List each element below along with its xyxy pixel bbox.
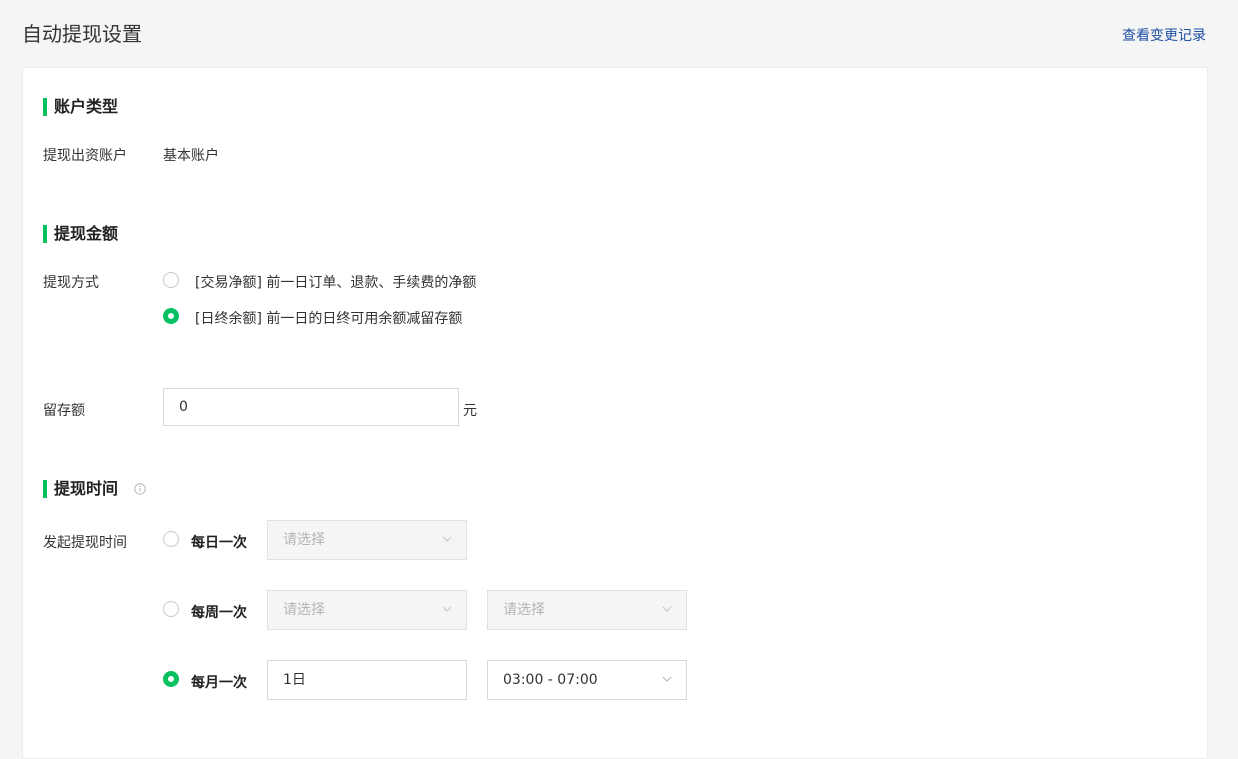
- settings-panel: 账户类型 提现出资账户 基本账户 提现金额 提现方式 [交易净额] 前一日订单、…: [22, 67, 1208, 759]
- reserve-amount-unit: 元: [463, 403, 477, 419]
- chevron-down-icon: [442, 536, 452, 542]
- withdraw-method-label: 提现方式: [43, 275, 99, 291]
- chevron-down-icon: [662, 676, 672, 682]
- monthly-day-input[interactable]: 1日: [267, 660, 467, 700]
- withdraw-account-value: 基本账户: [163, 148, 219, 164]
- section-title-withdraw-amount: 提现金额: [43, 225, 118, 243]
- daily-time-select-placeholder: 请选择: [283, 532, 325, 548]
- page-title: 自动提现设置: [22, 22, 142, 46]
- radio-daily-balance[interactable]: [163, 308, 179, 324]
- section-title-account-type: 账户类型: [43, 98, 118, 116]
- radio-net-transaction-label[interactable]: [交易净额] 前一日订单、退款、手续费的净额: [195, 272, 476, 292]
- monthly-day-value: 1日: [283, 672, 306, 688]
- radio-daily-balance-label[interactable]: [日终余额] 前一日的日终可用余额减留存额: [195, 308, 462, 328]
- weekly-day-select-placeholder: 请选择: [283, 602, 325, 618]
- chevron-down-icon: [662, 606, 672, 612]
- reserve-amount-input[interactable]: 0: [163, 388, 459, 426]
- weekly-day-select[interactable]: 请选择: [267, 590, 467, 630]
- start-time-label: 发起提现时间: [43, 535, 127, 551]
- weekly-time-select[interactable]: 请选择: [487, 590, 687, 630]
- radio-daily-label[interactable]: 每日一次: [191, 532, 247, 552]
- radio-monthly-label[interactable]: 每月一次: [191, 672, 247, 692]
- reserve-amount-label: 留存额: [43, 403, 85, 419]
- daily-time-select[interactable]: 请选择: [267, 520, 467, 560]
- view-change-history-link[interactable]: 查看变更记录: [1122, 25, 1206, 45]
- radio-monthly[interactable]: [163, 671, 179, 687]
- weekly-time-select-placeholder: 请选择: [503, 602, 545, 618]
- radio-net-transaction[interactable]: [163, 272, 179, 288]
- chevron-down-icon: [442, 606, 452, 612]
- section-title-withdraw-time: 提现时间: [43, 480, 118, 498]
- radio-weekly[interactable]: [163, 601, 179, 617]
- radio-daily[interactable]: [163, 531, 179, 547]
- withdraw-account-label: 提现出资账户: [43, 148, 127, 164]
- monthly-time-value: 03:00 - 07:00: [503, 672, 598, 688]
- info-circle-icon[interactable]: [134, 483, 146, 495]
- page-header: 自动提现设置 查看变更记录: [22, 20, 1206, 50]
- radio-weekly-label[interactable]: 每周一次: [191, 602, 247, 622]
- monthly-time-select[interactable]: 03:00 - 07:00: [487, 660, 687, 700]
